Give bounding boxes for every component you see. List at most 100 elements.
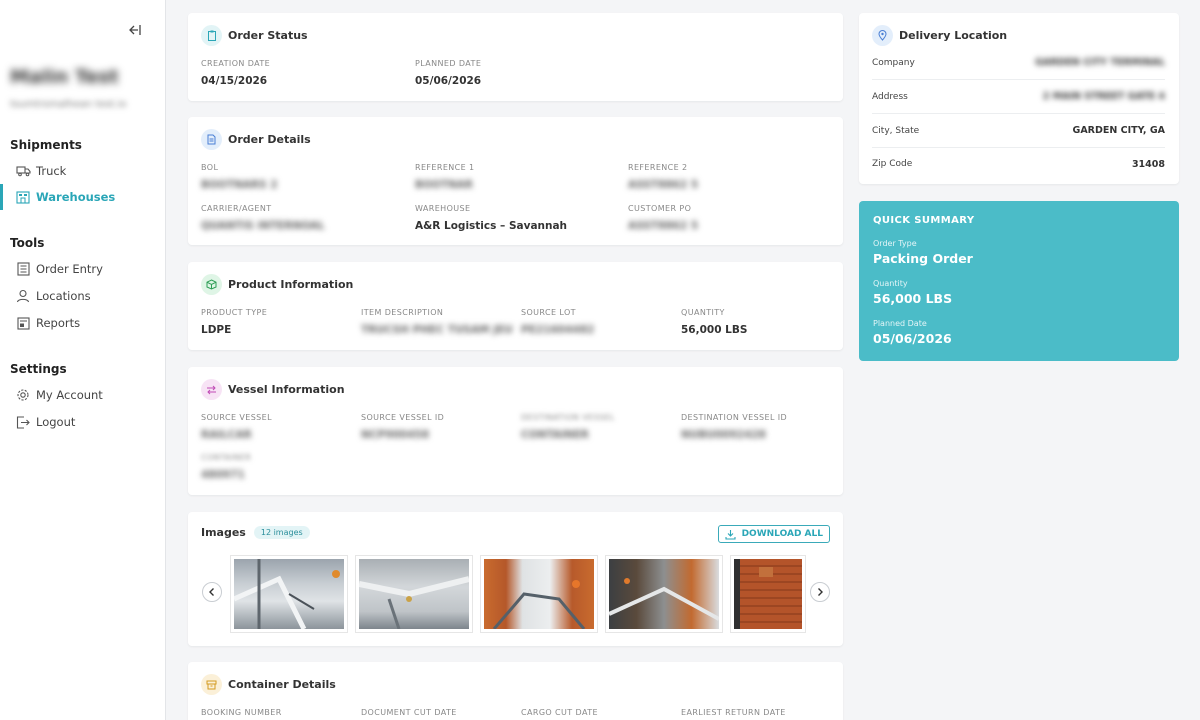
field-value: BOOTNAR xyxy=(415,179,474,191)
download-all-button[interactable]: DOWNLOAD ALL xyxy=(717,525,830,543)
section-title-shipments: Shipments xyxy=(10,138,82,152)
sidebar-item-label: My Account xyxy=(36,388,103,402)
field-label: PLANNED DATE xyxy=(415,59,482,68)
field-value: 56,000 LBS xyxy=(681,324,748,336)
warehouse-icon xyxy=(15,189,31,205)
field-value: 04/15/2026 xyxy=(201,75,268,87)
sidebar-item-label: Logout xyxy=(36,415,76,429)
images-card: Images 12 images DOWNLOAD ALL xyxy=(188,512,843,646)
field-label: DOCUMENT CUT DATE xyxy=(361,708,457,717)
sidebar-item-logout[interactable]: Logout xyxy=(0,411,165,433)
bol-field: BOL BOOTNARS 2 xyxy=(201,163,278,191)
summary-quantity-value: 56,000 LBS xyxy=(873,291,953,306)
order-details-card: Order Details BOL BOOTNARS 2 REFERENCE 1… xyxy=(188,117,843,245)
customer-po-field: CUSTOMER PO ASST8862 5 xyxy=(628,204,698,232)
sidebar-item-label: Locations xyxy=(36,289,91,303)
field-label: CARRIER/AGENT xyxy=(201,204,272,213)
image-thumbnail[interactable] xyxy=(481,556,597,632)
field-label: DESTINATION VESSEL xyxy=(521,413,615,422)
source-lot-field: SOURCE LOT PE21604482 xyxy=(521,308,594,336)
row-value: 31408 xyxy=(1131,158,1165,170)
row-value: GARDEN CITY TERMINAL xyxy=(1035,57,1165,68)
collapse-sidebar-icon[interactable] xyxy=(128,22,142,36)
field-label: CREATION DATE xyxy=(201,59,271,68)
field-label: SOURCE LOT xyxy=(521,308,576,317)
reference-1-field: REFERENCE 1 BOOTNAR xyxy=(415,163,475,191)
field-label: BOL xyxy=(201,163,219,172)
row-key: City, State xyxy=(872,125,920,136)
user-name: Malin Test xyxy=(10,66,119,88)
field-value: BOOTNARS 2 xyxy=(201,179,278,191)
clipboard-icon xyxy=(201,25,222,46)
sidebar-item-locations[interactable]: Locations xyxy=(0,285,165,307)
image-thumbnail[interactable] xyxy=(356,556,472,632)
field-label: BOOKING NUMBER xyxy=(201,708,282,717)
carousel-next-button[interactable] xyxy=(810,582,830,602)
sidebar: Malin Test tsumtrsmalhean test.io Shipme… xyxy=(0,0,166,720)
field-label: DESTINATION VESSEL ID xyxy=(681,413,788,422)
field-value: PE21604482 xyxy=(521,324,595,336)
container-details-card: Container Details BOOKING NUMBER DOCUMEN… xyxy=(188,662,843,720)
destination-vessel-field: DESTINATION VESSEL CONTAINER xyxy=(521,413,615,441)
archive-icon xyxy=(201,674,222,695)
row-value: GARDEN CITY, GA xyxy=(1072,125,1165,136)
card-title: Delivery Location xyxy=(899,29,1008,42)
creation-date-field: CREATION DATE 04/15/2026 xyxy=(201,59,270,87)
warehouse-field: WAREHOUSE A&R Logistics – Savannah xyxy=(415,204,567,232)
section-title-tools: Tools xyxy=(10,236,45,250)
field-label: PRODUCT TYPE xyxy=(201,308,268,317)
field-label: CARGO CUT DATE xyxy=(521,708,598,717)
image-thumbnail[interactable] xyxy=(231,556,347,632)
sidebar-item-label: Reports xyxy=(36,316,81,330)
field-label: WAREHOUSE xyxy=(415,204,471,213)
delivery-row-city-state: City, State GARDEN CITY, GA xyxy=(872,114,1165,148)
chevron-right-icon xyxy=(816,587,824,597)
chevron-left-icon xyxy=(208,587,216,597)
field-label: SOURCE VESSEL xyxy=(201,413,272,422)
section-title-settings: Settings xyxy=(10,362,67,376)
sidebar-item-order-entry[interactable]: Order Entry xyxy=(0,258,165,280)
container-field: CONTAINER 480971 xyxy=(201,453,251,481)
field-label: REFERENCE 1 xyxy=(415,163,475,172)
delivery-row-company: Company GARDEN CITY TERMINAL xyxy=(872,46,1165,80)
carousel-prev-button[interactable] xyxy=(202,582,222,602)
document-icon xyxy=(201,129,222,150)
logout-icon xyxy=(15,414,31,430)
sidebar-item-reports[interactable]: Reports xyxy=(0,312,165,334)
sidebar-item-my-account[interactable]: My Account xyxy=(0,384,165,406)
image-thumbnail[interactable] xyxy=(731,556,805,632)
sidebar-item-truck[interactable]: Truck xyxy=(0,160,165,182)
truck-icon xyxy=(15,163,31,179)
download-icon xyxy=(725,529,736,540)
delivery-row-address: Address 2 MAIN STREET GATE 4 xyxy=(872,80,1165,114)
sidebar-item-label: Warehouses xyxy=(36,190,116,204)
field-value: 05/06/2026 xyxy=(415,75,482,87)
field-value: ASST8862 5 xyxy=(628,179,699,191)
field-value: NUBU0092428 xyxy=(681,429,766,441)
field-value: ASST8862 5 xyxy=(628,220,699,232)
sidebar-item-label: Order Entry xyxy=(36,262,103,276)
sidebar-item-warehouses[interactable]: Warehouses xyxy=(0,184,165,210)
image-thumbnail[interactable] xyxy=(606,556,722,632)
field-label: CUSTOMER PO xyxy=(628,204,692,213)
card-title: Order Status xyxy=(228,29,308,42)
summary-quantity-label: Quantity xyxy=(873,279,908,288)
image-count-badge: 12 images xyxy=(253,526,310,539)
row-value: 2 MAIN STREET GATE 4 xyxy=(1042,91,1165,102)
carrier-agent-field: CARRIER/AGENT QUANTIS INTERNOAL xyxy=(201,204,325,232)
product-information-card: Product Information PRODUCT TYPE LDPE IT… xyxy=(188,262,843,350)
download-all-label: DOWNLOAD ALL xyxy=(741,529,823,539)
field-value: LDPE xyxy=(201,324,232,336)
field-value: QUANTIS INTERNOAL xyxy=(201,220,325,232)
document-cut-date-field: DOCUMENT CUT DATE xyxy=(361,708,457,717)
field-label: QUANTITY xyxy=(681,308,725,317)
location-pin-icon xyxy=(872,25,893,46)
user-icon xyxy=(15,288,31,304)
field-label: SOURCE VESSEL ID xyxy=(361,413,445,422)
summary-planned-date-label: Planned Date xyxy=(873,319,927,328)
planned-date-field: PLANNED DATE 05/06/2026 xyxy=(415,59,481,87)
reports-icon xyxy=(15,315,31,331)
summary-order-type-value: Packing Order xyxy=(873,251,973,266)
field-value: TRUCSH PHEC TUSAM JEU xyxy=(361,324,513,336)
field-value: 480971 xyxy=(201,469,245,481)
